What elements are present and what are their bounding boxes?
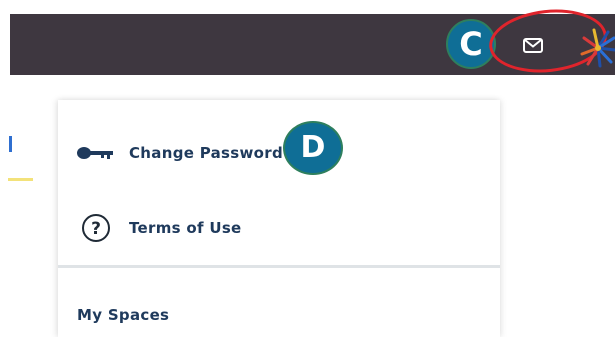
- svg-text:?: ?: [91, 219, 101, 239]
- app-logo[interactable]: [578, 24, 615, 68]
- page: C Change Password ? Terms of Use My Spac…: [0, 0, 615, 337]
- user-dropdown-menu: Change Password ? Terms of Use My Spaces: [58, 100, 500, 337]
- key-icon: [76, 138, 116, 168]
- menu-item-label: Change Password: [129, 144, 283, 162]
- help-circle-icon: ?: [76, 213, 116, 243]
- annotation-callout-c: C: [446, 19, 496, 69]
- mail-button[interactable]: [516, 30, 550, 60]
- left-edge-underline: [8, 178, 33, 181]
- left-edge-marker: [9, 136, 12, 152]
- mail-icon: [523, 37, 543, 53]
- menu-item-terms-of-use[interactable]: ? Terms of Use: [58, 191, 500, 265]
- my-spaces-heading[interactable]: My Spaces: [77, 306, 169, 324]
- star-logo-icon: [580, 28, 615, 68]
- menu-divider: [58, 265, 500, 268]
- menu-item-change-password[interactable]: Change Password: [58, 116, 500, 190]
- menu-item-label: Terms of Use: [129, 219, 242, 237]
- annotation-callout-d: D: [283, 121, 343, 175]
